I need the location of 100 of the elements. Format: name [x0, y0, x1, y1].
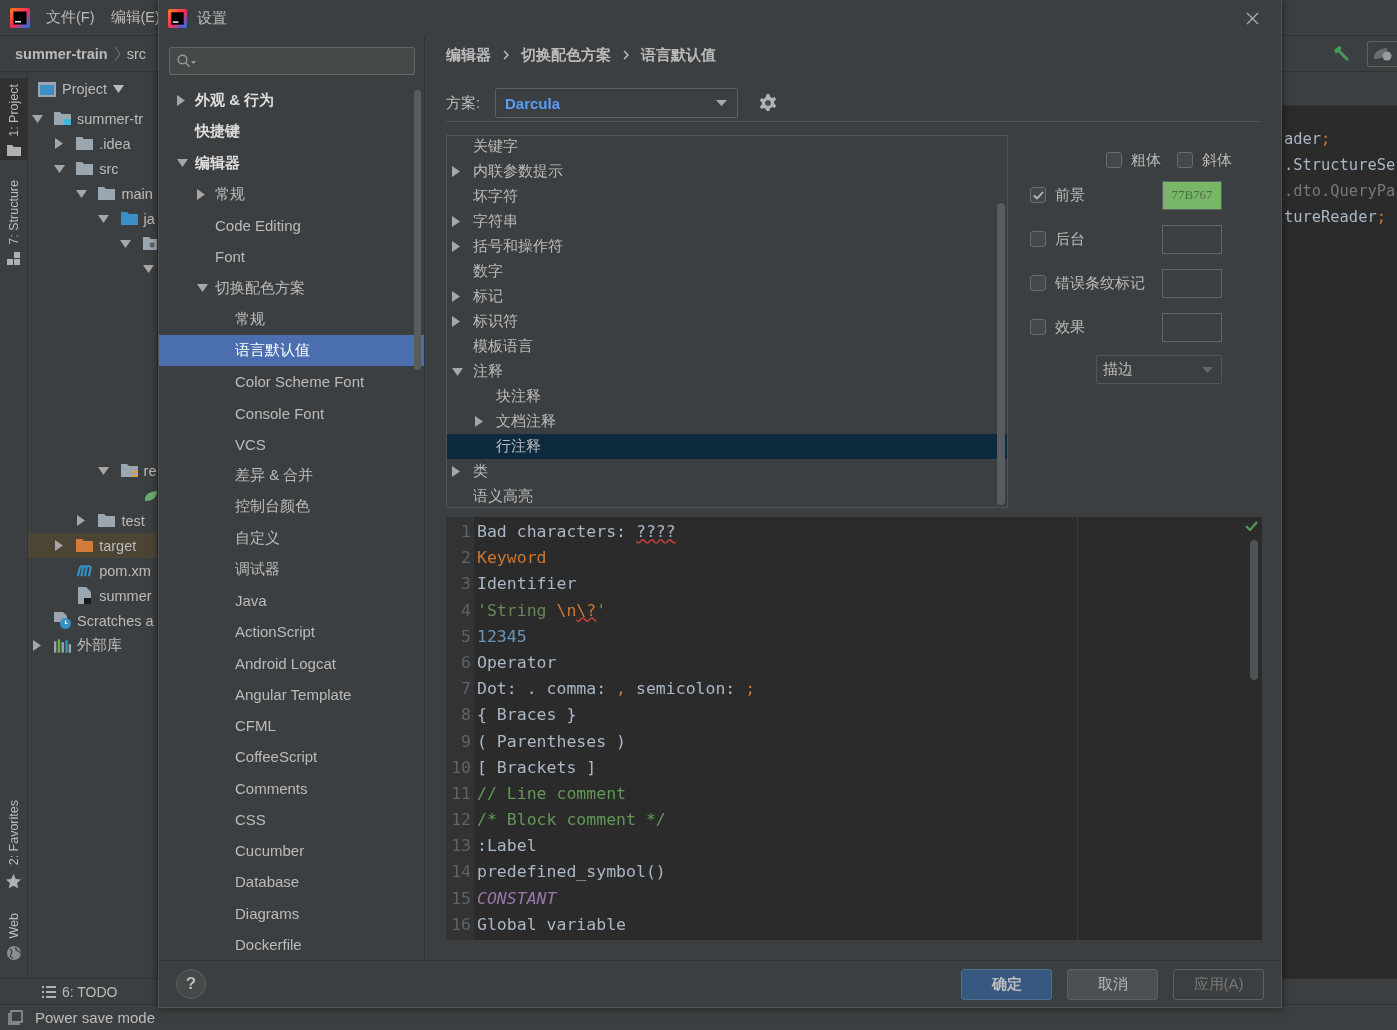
caret-right-icon[interactable]: [452, 316, 460, 327]
caret-down-icon[interactable]: [113, 85, 125, 93]
nav-item[interactable]: Console Font: [159, 397, 424, 429]
tool-window-tab[interactable]: 2: Favorites: [0, 794, 27, 893]
checkbox[interactable]: [1030, 275, 1046, 291]
caret-down-icon[interactable]: [98, 214, 110, 223]
tree-item[interactable]: re: [28, 458, 157, 483]
settings-icon[interactable]: [759, 94, 777, 112]
hammer-icon[interactable]: [1333, 45, 1351, 62]
scheme-dropdown[interactable]: Darcula: [495, 88, 738, 118]
nav-item[interactable]: 快捷键: [159, 116, 424, 148]
color-swatch[interactable]: [1162, 224, 1222, 254]
nav-item[interactable]: CoffeeScript: [159, 741, 424, 773]
caret-down-icon[interactable]: [98, 466, 110, 475]
tree-item[interactable]: src: [28, 156, 157, 181]
color-swatch[interactable]: [1162, 268, 1222, 298]
search-field[interactable]: [169, 47, 415, 75]
nav-item[interactable]: 常规: [159, 303, 424, 335]
caret-right-icon[interactable]: [77, 515, 86, 526]
run-config-button[interactable]: [1367, 40, 1397, 67]
tree-item[interactable]: .idea: [28, 131, 157, 156]
breadcrumb-item[interactable]: 语言默认值: [641, 45, 716, 65]
breadcrumb-item[interactable]: 切换配色方案: [521, 45, 611, 65]
tree-item[interactable]: 外部库: [28, 633, 157, 658]
nav-item[interactable]: Angular Template: [159, 678, 424, 710]
dialog-button[interactable]: 确定: [961, 968, 1052, 1000]
tool-window-button[interactable]: 6: TODO: [42, 983, 118, 1000]
nav-item[interactable]: 切换配色方案: [159, 272, 424, 304]
nav-item[interactable]: Cucumber: [159, 835, 424, 867]
dialog-button[interactable]: 取消: [1067, 968, 1158, 1000]
caret-right-icon[interactable]: [452, 241, 460, 252]
nav-item[interactable]: Dockerfile: [159, 928, 424, 960]
tree-item[interactable]: main: [28, 181, 157, 206]
caret-down-icon[interactable]: [452, 367, 463, 376]
color-swatch[interactable]: [1162, 312, 1222, 342]
caret-right-icon[interactable]: [452, 291, 460, 302]
caret-right-icon[interactable]: [452, 166, 460, 177]
caret-right-icon[interactable]: [197, 188, 205, 200]
tool-window-tab[interactable]: 1: Project: [0, 78, 27, 160]
attribute-item[interactable]: 模板语言: [447, 334, 1007, 359]
scrollbar[interactable]: [1250, 540, 1258, 680]
tree-item[interactable]: Scratches a: [28, 608, 157, 633]
tree-item[interactable]: test: [28, 508, 157, 533]
checkbox[interactable]: [1106, 152, 1122, 168]
caret-right-icon[interactable]: [475, 416, 483, 427]
caret-down-icon[interactable]: [120, 239, 132, 248]
checkbox[interactable]: [1030, 187, 1046, 203]
caret-down-icon[interactable]: [142, 264, 154, 273]
caret-right-icon[interactable]: [55, 138, 64, 149]
tool-window-tab[interactable]: Web: [0, 906, 27, 964]
attribute-item[interactable]: 注释: [447, 359, 1007, 384]
caret-right-icon[interactable]: [33, 640, 41, 651]
nav-item[interactable]: Android Logcat: [159, 647, 424, 679]
scrollbar[interactable]: [414, 90, 421, 370]
nav-item[interactable]: 差异 & 合并: [159, 460, 424, 492]
nav-item[interactable]: Color Scheme Font: [159, 366, 424, 398]
help-button[interactable]: ?: [176, 969, 206, 999]
nav-item[interactable]: Diagrams: [159, 897, 424, 929]
breadcrumb-item[interactable]: src: [126, 45, 146, 62]
tree-item[interactable]: ja: [28, 206, 157, 231]
caret-right-icon[interactable]: [177, 95, 185, 107]
attribute-item[interactable]: 内联参数提示: [447, 159, 1007, 184]
nav-item[interactable]: 外观 & 行为: [159, 85, 424, 117]
nav-item[interactable]: CFML: [159, 710, 424, 742]
checkbox[interactable]: [1030, 231, 1046, 247]
checkbox[interactable]: [1177, 152, 1193, 168]
attribute-item[interactable]: 关键字: [447, 136, 1007, 159]
tree-item[interactable]: pom.xm: [28, 558, 157, 583]
attribute-item[interactable]: 括号和操作符: [447, 234, 1007, 259]
nav-item[interactable]: Database: [159, 866, 424, 898]
tool-window-tab[interactable]: 7: Structure: [0, 173, 27, 270]
caret-down-icon[interactable]: [197, 284, 208, 293]
nav-item[interactable]: 自定义: [159, 522, 424, 554]
attribute-item[interactable]: 类: [447, 459, 1007, 484]
tree-item[interactable]: summer: [28, 583, 157, 608]
tree-item[interactable]: summer-tr: [28, 106, 157, 131]
caret-right-icon[interactable]: [55, 540, 64, 551]
nav-item[interactable]: 编辑器: [159, 147, 424, 179]
attribute-item[interactable]: 行注释: [447, 434, 1007, 459]
nav-item[interactable]: 调试器: [159, 553, 424, 585]
nav-item[interactable]: Comments: [159, 772, 424, 804]
caret-down-icon[interactable]: [177, 159, 188, 168]
attribute-item[interactable]: 文档注释: [447, 409, 1007, 434]
scrollbar[interactable]: [997, 203, 1005, 505]
nav-item[interactable]: Code Editing: [159, 210, 424, 242]
nav-item[interactable]: CSS: [159, 803, 424, 835]
attribute-item[interactable]: 块注释: [447, 384, 1007, 409]
nav-item[interactable]: 语言默认值: [159, 335, 424, 367]
nav-item[interactable]: Java: [159, 585, 424, 617]
breadcrumb-item[interactable]: 编辑器: [446, 45, 491, 65]
attribute-item[interactable]: 数字: [447, 259, 1007, 284]
caret-right-icon[interactable]: [452, 466, 460, 477]
close-button[interactable]: [1246, 11, 1259, 25]
attribute-item[interactable]: 语义高亮: [447, 484, 1007, 507]
nav-item[interactable]: 常规: [159, 178, 424, 210]
caret-down-icon[interactable]: [53, 164, 65, 173]
caret-down-icon[interactable]: [31, 114, 43, 123]
nav-item[interactable]: 控制台颜色: [159, 491, 424, 523]
attribute-item[interactable]: 标识符: [447, 309, 1007, 334]
checkbox[interactable]: [1030, 319, 1046, 335]
